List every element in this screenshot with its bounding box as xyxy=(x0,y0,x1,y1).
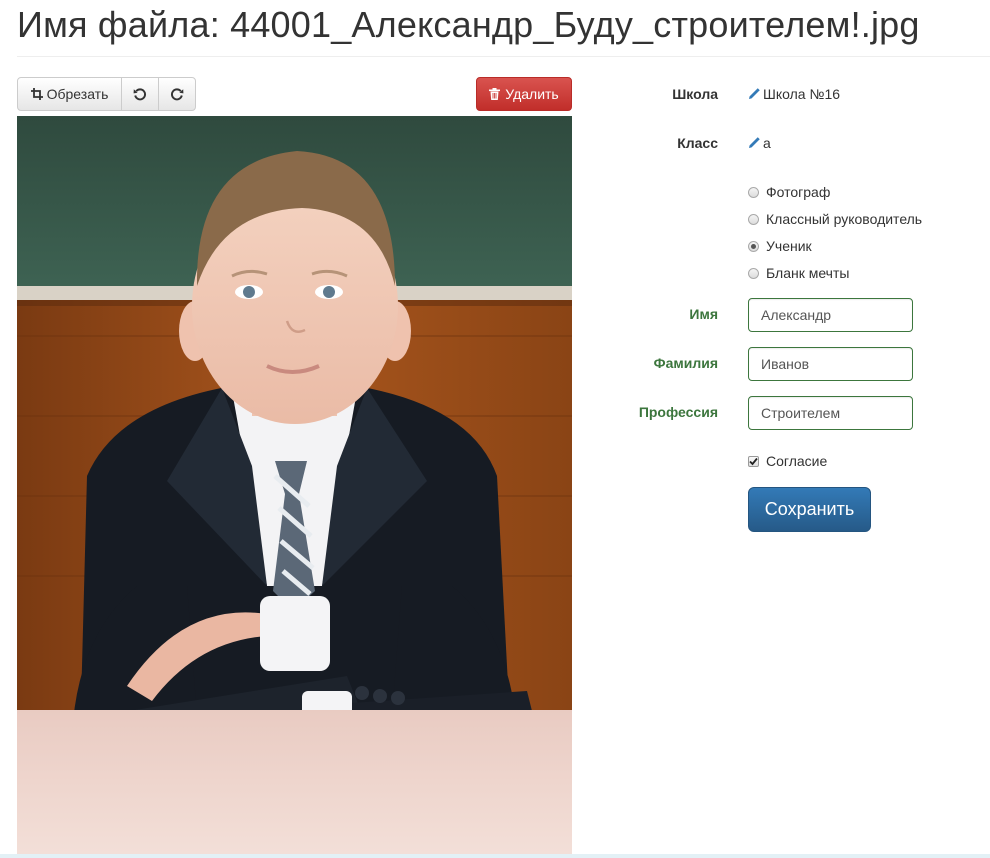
class-value-text: а xyxy=(763,135,771,151)
role-label: Фотограф xyxy=(766,184,831,200)
role-label: Ученик xyxy=(766,238,812,254)
profession-label: Профессия xyxy=(638,404,718,420)
pencil-icon xyxy=(748,88,760,100)
image-toolbar: Обрезать xyxy=(17,77,196,111)
rotate-left-icon xyxy=(133,87,147,101)
first-name-label: Имя xyxy=(689,306,718,322)
trash-icon xyxy=(489,88,501,100)
last-name-input[interactable] xyxy=(748,347,913,381)
class-value[interactable]: а xyxy=(748,135,771,151)
checkmark-icon xyxy=(749,457,758,466)
crop-button-label: Обрезать xyxy=(46,86,109,102)
school-label: Школа xyxy=(672,86,718,102)
save-button[interactable]: Сохранить xyxy=(748,487,871,532)
consent-label: Согласие xyxy=(766,453,828,469)
radio-button[interactable] xyxy=(748,213,759,225)
school-value[interactable]: Школа №16 xyxy=(748,86,840,102)
bottom-divider xyxy=(0,854,990,858)
role-radio-class-teacher[interactable]: Классный руководитель xyxy=(748,211,922,227)
role-radio-student[interactable]: Ученик xyxy=(748,238,812,254)
delete-button-label: Удалить xyxy=(505,86,559,102)
page-title: Имя файла: 44001_Александр_Буду_строител… xyxy=(17,4,920,45)
rotate-left-button[interactable] xyxy=(121,77,159,111)
rotate-right-icon xyxy=(170,87,184,101)
crop-button[interactable]: Обрезать xyxy=(17,77,122,111)
role-label: Бланк мечты xyxy=(766,265,850,281)
title-divider xyxy=(17,56,990,57)
role-radio-dream-form[interactable]: Бланк мечты xyxy=(748,265,849,281)
consent-checkbox[interactable] xyxy=(748,455,759,467)
first-name-input[interactable] xyxy=(748,298,913,332)
last-name-label: Фамилия xyxy=(653,355,718,371)
school-value-text: Школа №16 xyxy=(763,86,841,102)
student-photo xyxy=(17,116,572,854)
role-label: Классный руководитель xyxy=(766,211,923,227)
profession-input[interactable] xyxy=(748,396,913,430)
radio-button[interactable] xyxy=(748,186,759,198)
consent-checkbox-row[interactable]: Согласие xyxy=(748,453,827,469)
pencil-icon xyxy=(748,137,760,149)
class-label: Класс xyxy=(677,135,718,151)
radio-button-checked[interactable] xyxy=(748,240,759,252)
radio-button[interactable] xyxy=(748,267,759,279)
rotate-right-button[interactable] xyxy=(158,77,196,111)
crop-icon xyxy=(30,88,43,100)
role-radio-photographer[interactable]: Фотограф xyxy=(748,184,830,200)
